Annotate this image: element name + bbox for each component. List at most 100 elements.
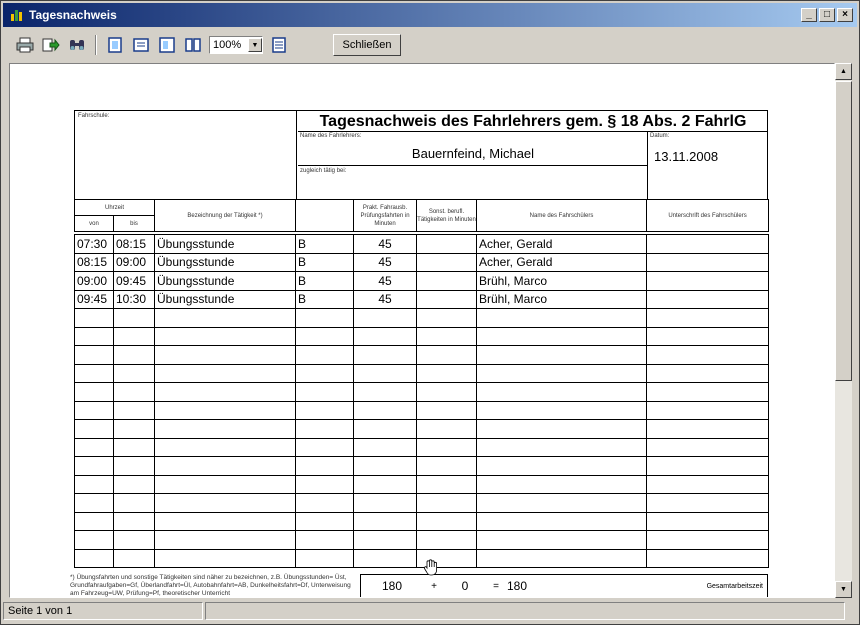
activity-cell [154,326,296,346]
report-footer: *) Übungsfahrten und sonstige Tätigkeite… [70,574,768,597]
activity-cell [154,530,296,550]
student-name-cell [476,419,647,439]
time-to-cell [113,400,155,420]
total-box: 180 + 0 = 180 Gesamtarbeitszeit [360,574,768,597]
minimize-button[interactable]: _ [801,8,817,22]
student-name-cell [476,530,647,550]
close-button[interactable]: Schließen [333,34,401,56]
find-button[interactable] [67,35,87,55]
col-bezeichnung: Bezeichnung der Tätigkeit *) [154,199,297,232]
other-minutes-cell [416,345,477,365]
practical-minutes-cell [353,493,417,513]
print-button[interactable] [15,35,35,55]
signature-cell [646,456,769,476]
time-to-cell [113,474,155,494]
time-from-cell: 07:30 [74,234,114,254]
class-cell: B [295,234,354,254]
sum-sonst: 0 [461,579,469,593]
signature-cell [646,382,769,402]
activity-cell [154,511,296,531]
toolbar-separator [95,35,97,55]
student-name-cell [476,493,647,513]
signature-cell [646,363,769,383]
practical-minutes-cell: 45 [353,234,417,254]
other-minutes-cell [416,363,477,383]
page-width-button[interactable] [131,35,151,55]
other-minutes-cell [416,400,477,420]
practical-minutes-cell [353,548,417,568]
zoom-select[interactable]: 100% ▼ [209,36,263,54]
other-minutes-cell [416,456,477,476]
class-cell [295,382,354,402]
divider [298,165,648,166]
activity-cell [154,419,296,439]
arrow-down-icon: ▼ [840,586,847,593]
class-cell [295,345,354,365]
class-cell [295,308,354,328]
col-uhrzeit: Uhrzeit [73,199,156,216]
practical-minutes-cell: 45 [353,271,417,291]
table-row: 09:45 10:30 Übungsstunde B 45 Brühl, Marco [74,289,769,309]
table-row [74,530,769,550]
signature-cell [646,252,769,272]
class-cell [295,419,354,439]
other-minutes-cell [416,252,477,272]
time-to-cell [113,345,155,365]
time-to-cell [113,308,155,328]
two-pages-icon [185,38,201,52]
practical-minutes-cell [353,345,417,365]
class-cell [295,493,354,513]
activity-cell: Übungsstunde [154,289,296,309]
zugleich-label: zugleich tätig bei: [300,168,347,174]
practical-minutes-cell [353,382,417,402]
single-page-icon [108,37,122,53]
close-window-button[interactable]: × [837,8,853,22]
minimize-icon: _ [806,9,812,20]
class-cell [295,474,354,494]
maximize-button[interactable]: □ [819,8,835,22]
other-minutes-cell [416,511,477,531]
export-button[interactable] [41,35,61,55]
signature-cell [646,548,769,568]
scroll-thumb[interactable] [835,81,852,381]
class-cell [295,548,354,568]
activity-cell [154,308,296,328]
preview-viewport[interactable]: Fahrschule: Tagesnachweis des Fahrlehrer… [9,63,835,598]
page-setup-button[interactable] [269,35,289,55]
other-minutes-cell [416,493,477,513]
activity-cell [154,382,296,402]
student-name-cell [476,474,647,494]
table-row [74,437,769,457]
one-page-button[interactable] [105,35,125,55]
title-bar[interactable]: Tagesnachweis _ □ × [3,3,857,27]
instructor-cell: Name des Fahrlehrers: Bauernfeind, Micha… [298,132,648,199]
chevron-down-icon[interactable]: ▼ [248,38,262,52]
class-cell [295,363,354,383]
vertical-scrollbar[interactable]: ▲ ▼ [835,63,852,598]
other-minutes-cell [416,234,477,254]
student-name-cell: Brühl, Marco [476,271,647,291]
activity-cell [154,437,296,457]
entries-table: 07:30 08:15 Übungsstunde B 45 Acher, Gerald 08… [74,234,769,568]
student-name-cell [476,400,647,420]
time-from-cell: 09:45 [74,289,114,309]
class-cell [295,326,354,346]
time-from-cell [74,326,114,346]
date-value: 13.11.2008 [654,149,719,164]
table-row [74,382,769,402]
time-from-cell [74,474,114,494]
close-icon: × [842,9,848,20]
scroll-down-button[interactable]: ▼ [835,581,852,598]
signature-cell [646,419,769,439]
time-from-cell [74,419,114,439]
scroll-up-button[interactable]: ▲ [835,63,852,80]
signature-cell [646,271,769,291]
whole-page-button[interactable] [157,35,177,55]
student-name-cell [476,326,647,346]
signature-cell [646,234,769,254]
time-from-cell: 08:15 [74,252,114,272]
activity-cell [154,400,296,420]
student-name-cell [476,456,647,476]
student-name-cell [476,548,647,568]
two-pages-button[interactable] [183,35,203,55]
